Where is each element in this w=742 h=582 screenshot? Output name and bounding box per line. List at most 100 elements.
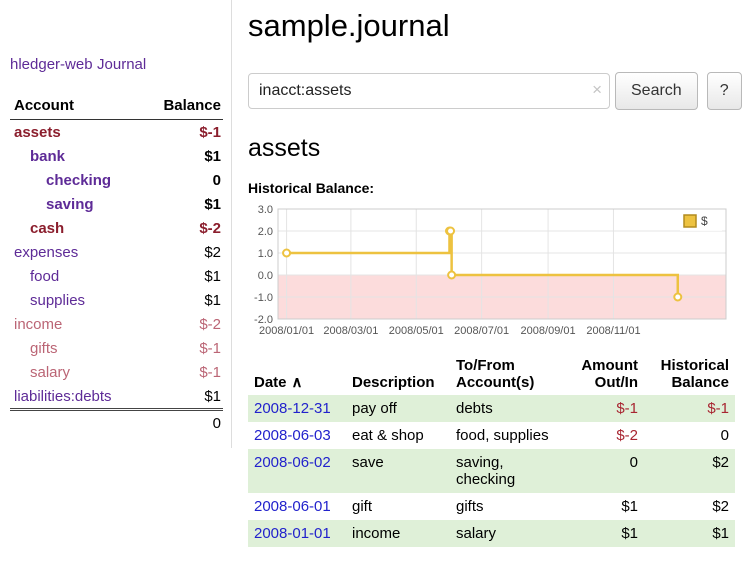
account-balance: $1	[144, 288, 223, 312]
account-row: supplies $1	[10, 288, 223, 312]
account-balance: 0	[144, 168, 223, 192]
account-link-liabilities-debts[interactable]: liabilities:debts	[14, 388, 112, 405]
account-row: food $1	[10, 264, 223, 288]
account-link-supplies[interactable]: supplies	[30, 292, 85, 309]
transaction-row: 2008-06-01 gift gifts $1 $2	[248, 493, 735, 520]
transaction-date-link[interactable]: 2008-06-01	[254, 498, 331, 515]
svg-text:3.0: 3.0	[258, 204, 273, 216]
page-title: sample.journal	[248, 8, 742, 44]
transaction-balance: $2	[644, 449, 735, 493]
account-row: gifts $-1	[10, 336, 223, 360]
accounts-total: 0	[144, 410, 223, 437]
account-row: checking 0	[10, 168, 223, 192]
transaction-amount: $-2	[572, 422, 644, 449]
account-link-salary[interactable]: salary	[30, 364, 70, 381]
account-row: saving $1	[10, 192, 223, 216]
svg-text:-1.0: -1.0	[254, 292, 273, 304]
transaction-row: 2008-06-02 save saving, checking 0 $2	[248, 449, 735, 493]
transaction-row: 2008-01-01 income salary $1 $1	[248, 520, 735, 547]
svg-text:2008/01/01: 2008/01/01	[259, 325, 314, 337]
transaction-amount: 0	[572, 449, 644, 493]
sidebar: hledger-web Journal Account Balance asse…	[0, 0, 232, 448]
account-balance: $1	[144, 144, 223, 168]
register-header-description: Description	[346, 355, 450, 395]
transaction-account: salary	[450, 520, 572, 547]
transaction-description: eat & shop	[346, 422, 450, 449]
search-bar: × Search ?	[248, 72, 742, 110]
register-header-amount: Amount Out/In	[572, 355, 644, 395]
svg-text:2.0: 2.0	[258, 226, 273, 238]
transaction-amount: $1	[572, 520, 644, 547]
account-link-cash[interactable]: cash	[30, 220, 64, 237]
accounts-total-row: 0	[10, 410, 223, 437]
account-balance: $-2	[144, 312, 223, 336]
svg-text:2008/05/01: 2008/05/01	[389, 325, 444, 337]
account-link-income[interactable]: income	[14, 316, 62, 333]
account-link-assets[interactable]: assets	[14, 124, 61, 141]
clear-search-icon[interactable]: ×	[592, 80, 602, 100]
account-row: income $-2	[10, 312, 223, 336]
transaction-description: gift	[346, 493, 450, 520]
account-balance: $2	[144, 240, 223, 264]
search-box: ×	[248, 73, 610, 109]
account-row: salary $-1	[10, 360, 223, 384]
svg-text:$: $	[701, 214, 708, 228]
transaction-row: 2008-06-03 eat & shop food, supplies $-2…	[248, 422, 735, 449]
transaction-balance: $-1	[644, 395, 735, 422]
svg-text:2008/07/01: 2008/07/01	[454, 325, 509, 337]
account-link-gifts[interactable]: gifts	[30, 340, 58, 357]
transaction-date-link[interactable]: 2008-01-01	[254, 525, 331, 542]
transaction-account: saving, checking	[450, 449, 572, 493]
transaction-balance: $1	[644, 520, 735, 547]
transaction-description: income	[346, 520, 450, 547]
transaction-balance: $2	[644, 493, 735, 520]
transaction-description: pay off	[346, 395, 450, 422]
account-balance: $-1	[144, 360, 223, 384]
historical-balance-chart: 3.02.01.00.0-1.0-2.02008/01/012008/03/01…	[248, 204, 742, 343]
svg-text:0.0: 0.0	[258, 270, 273, 282]
chart-title: Historical Balance:	[248, 180, 742, 196]
main-content: sample.journal × Search ? assets Histori…	[232, 0, 742, 547]
account-heading: assets	[248, 134, 742, 163]
account-link-saving[interactable]: saving	[46, 196, 94, 213]
account-link-food[interactable]: food	[30, 268, 59, 285]
account-balance: $-1	[144, 120, 223, 145]
account-row: liabilities:debts $1	[10, 384, 223, 410]
accounts-header-account: Account	[10, 94, 144, 120]
search-input[interactable]	[248, 73, 610, 109]
account-row: bank $1	[10, 144, 223, 168]
register-header-balance: Historical Balance	[644, 355, 735, 395]
svg-text:2008/11/01: 2008/11/01	[586, 325, 640, 337]
transaction-date-link[interactable]: 2008-06-02	[254, 454, 331, 471]
svg-text:2008/09/01: 2008/09/01	[521, 325, 576, 337]
svg-text:1.0: 1.0	[258, 248, 273, 260]
account-row: cash $-2	[10, 216, 223, 240]
account-balance: $1	[144, 192, 223, 216]
account-link-expenses[interactable]: expenses	[14, 244, 78, 261]
account-link-bank[interactable]: bank	[30, 148, 65, 165]
sort-asc-icon: ∧	[292, 374, 303, 391]
sidebar-item-journal[interactable]: Journal	[97, 56, 146, 73]
account-balance: $1	[144, 264, 223, 288]
balance-chart-svg: 3.02.01.00.0-1.0-2.02008/01/012008/03/01…	[248, 204, 734, 338]
transaction-account: debts	[450, 395, 572, 422]
register-header-account: To/From Account(s)	[450, 355, 572, 395]
transaction-date-link[interactable]: 2008-12-31	[254, 400, 331, 417]
search-button[interactable]: Search	[615, 72, 698, 110]
accounts-table: Account Balance assets $-1 bank $1 check…	[10, 94, 223, 436]
register-header-date[interactable]: Date∧	[248, 355, 346, 395]
transaction-date-link[interactable]: 2008-06-03	[254, 427, 331, 444]
transaction-account: food, supplies	[450, 422, 572, 449]
account-row: assets $-1	[10, 120, 223, 145]
accounts-header-balance: Balance	[144, 94, 223, 120]
register-table: Date∧ Description To/From Account(s) Amo…	[248, 355, 735, 547]
account-balance: $-2	[144, 216, 223, 240]
transaction-row: 2008-12-31 pay off debts $-1 $-1	[248, 395, 735, 422]
transaction-balance: 0	[644, 422, 735, 449]
transaction-description: save	[346, 449, 450, 493]
svg-text:2008/03/01: 2008/03/01	[323, 325, 378, 337]
help-button[interactable]: ?	[707, 72, 742, 110]
account-link-checking[interactable]: checking	[46, 172, 111, 189]
account-balance: $1	[144, 384, 223, 410]
brand-link[interactable]: hledger-web	[10, 56, 93, 73]
